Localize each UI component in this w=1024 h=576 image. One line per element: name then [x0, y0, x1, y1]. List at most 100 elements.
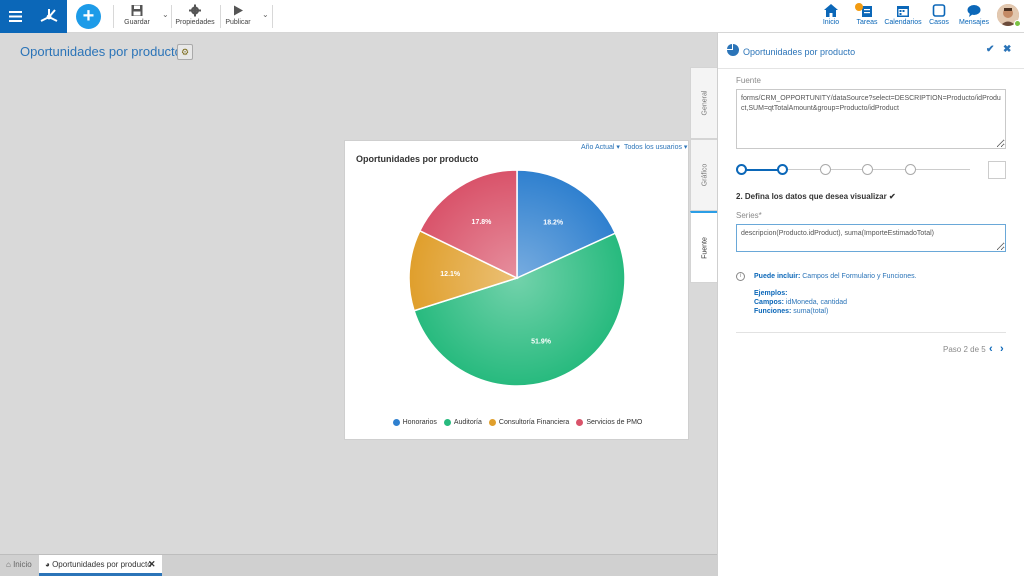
- save-dropdown-chevron-icon[interactable]: ⌄: [162, 10, 169, 19]
- confirm-check-icon[interactable]: ✔: [986, 44, 994, 55]
- info-fields: Campos: idMoneda, cantidad: [754, 299, 847, 306]
- pie-slice-label-1: 51.9%: [531, 338, 552, 345]
- tab-general[interactable]: General: [690, 67, 718, 139]
- fields-label: Campos:: [754, 299, 784, 306]
- publish-button[interactable]: Publicar: [223, 4, 253, 26]
- close-icon[interactable]: ✖: [1003, 44, 1011, 55]
- legend-item-0[interactable]: Honorarios: [392, 419, 437, 426]
- close-tab-icon[interactable]: ✕: [148, 559, 156, 570]
- taskbar-home[interactable]: ⌂ Inicio: [6, 560, 32, 569]
- legend-dot: [443, 419, 451, 426]
- bottom-taskbar: ⌂ Inicio ◕ Oportunidades por producto ✕: [0, 554, 717, 576]
- nav-cases-label: Casos: [929, 19, 949, 26]
- step-2-dot[interactable]: [777, 164, 788, 175]
- properties-label: Propiedades: [175, 19, 215, 26]
- toolbar-divider: [113, 5, 114, 28]
- series-label: Series*: [736, 211, 762, 220]
- step-1-dot[interactable]: [736, 164, 747, 175]
- taskbar-tab-active[interactable]: ◕ Oportunidades por producto ✕: [39, 555, 162, 576]
- calendar-icon: [897, 6, 909, 17]
- legend-item-3[interactable]: Servicios de PMO: [576, 419, 642, 426]
- logo-icon: [40, 8, 57, 22]
- pie-slice-label-0: 18.2%: [543, 220, 564, 227]
- properties-button[interactable]: Propiedades: [175, 4, 215, 26]
- step-4-dot[interactable]: [862, 164, 873, 175]
- step-heading: 2. Defina los datos que desea visualizar…: [736, 192, 896, 201]
- tab-grafico-label: Gráfico: [701, 163, 708, 187]
- prev-step-chevron-icon[interactable]: ‹: [989, 343, 993, 355]
- toolbar-divider: [171, 5, 172, 28]
- pie-chart-small-icon: ◕: [45, 560, 50, 569]
- nav-calendars-label: Calendarios: [884, 19, 922, 26]
- nav-messages[interactable]: Mensajes: [958, 4, 990, 26]
- functions-value: suma(total): [793, 308, 829, 315]
- stepper-progress-line: [742, 169, 782, 171]
- chart-card: Año Actual ▾ Todos los usuarios ▾ Oportu…: [344, 140, 689, 440]
- save-label: Guardar: [124, 19, 150, 26]
- tab-fuente-label: Fuente: [701, 236, 708, 259]
- top-toolbar: + Guardar ⌄ Propiedades Publicar ⌄ Inici…: [0, 0, 1024, 33]
- legend-label: Honorarios: [402, 419, 437, 426]
- step-3-dot[interactable]: [820, 164, 831, 175]
- legend-dot: [576, 419, 584, 426]
- nav-home[interactable]: Inicio: [817, 4, 845, 26]
- tasks-notification-badge: [855, 3, 863, 11]
- hamburger-menu-button[interactable]: [0, 0, 30, 33]
- pie-chart-icon: [727, 44, 739, 56]
- nav-cases[interactable]: Casos: [926, 4, 952, 26]
- play-icon: [234, 5, 243, 16]
- publish-dropdown-chevron-icon[interactable]: ⌄: [262, 10, 269, 19]
- legend-label: Servicios de PMO: [586, 419, 643, 426]
- cases-icon: [932, 4, 946, 17]
- stepper-track-line: [788, 169, 970, 170]
- toolbar-divider: [272, 5, 273, 28]
- panel-title: Oportunidades por producto: [743, 47, 856, 57]
- menu-icon: [8, 11, 22, 22]
- legend-dot: [488, 419, 496, 426]
- chart-legend: Honorarios Auditoría Consultoría Financier…: [345, 419, 690, 426]
- fields-value: idMoneda, cantidad: [785, 299, 848, 306]
- home-icon: [824, 4, 838, 17]
- publish-label: Publicar: [225, 19, 251, 26]
- legend-label: Auditoría: [453, 419, 482, 426]
- legend-item-2[interactable]: Consultoría Financiera: [488, 419, 570, 426]
- page-settings-button[interactable]: ⚙: [177, 44, 193, 60]
- next-step-chevron-icon[interactable]: ›: [1000, 343, 1004, 355]
- floppy-disk-icon: [131, 5, 143, 16]
- tab-general-label: General: [701, 90, 708, 116]
- pie-chart: 18.2% 51.9% 12.1% 17.8%: [408, 169, 626, 387]
- step-5-dot[interactable]: [905, 164, 916, 175]
- can-include-label: Puede incluir:: [754, 273, 801, 280]
- tab-grafico[interactable]: Gráfico: [690, 139, 718, 211]
- taskbar-tab-label: Oportunidades por producto: [52, 560, 152, 569]
- legend-item-1[interactable]: Auditoría: [443, 419, 482, 426]
- nav-tasks[interactable]: Tareas: [853, 3, 881, 26]
- settings-gear-icon: ⚙: [180, 47, 190, 57]
- legend-label: Consultoría Financiera: [498, 419, 570, 426]
- properties-panel: Oportunidades por producto ✔ ✖ Fuente fo…: [717, 33, 1024, 576]
- series-textarea[interactable]: descripcion(Producto.idProduct), suma(Im…: [736, 224, 1006, 252]
- pie-slice-label-3: 17.8%: [472, 219, 493, 226]
- pager-text: Paso 2 de 5: [943, 345, 986, 354]
- panel-header: Oportunidades por producto ✔ ✖: [718, 33, 1024, 69]
- online-status-dot: [1014, 20, 1021, 27]
- step-finish-box[interactable]: [988, 161, 1006, 179]
- functions-label: Funciones:: [754, 308, 792, 315]
- examples-label: Ejemplos:: [754, 290, 788, 297]
- taskbar-home-label: Inicio: [13, 560, 32, 569]
- nav-calendars[interactable]: Calendarios: [884, 4, 922, 26]
- tab-fuente[interactable]: Fuente: [690, 211, 718, 283]
- nav-home-label: Inicio: [822, 19, 840, 26]
- info-functions: Funciones: suma(total): [754, 308, 828, 315]
- nav-messages-label: Mensajes: [959, 19, 989, 26]
- source-label: Fuente: [736, 76, 761, 85]
- save-button[interactable]: Guardar: [122, 4, 152, 26]
- source-textarea[interactable]: forms/CRM_OPPORTUNITY/dataSource?select=…: [736, 89, 1006, 149]
- pie-slice-label-2: 12.1%: [440, 271, 461, 278]
- info-examples: Ejemplos:: [754, 290, 787, 297]
- toolbar-divider: [220, 5, 221, 28]
- add-button[interactable]: +: [76, 4, 101, 29]
- divider: [736, 332, 1006, 333]
- app-logo[interactable]: [30, 0, 67, 33]
- info-icon: i: [736, 272, 745, 281]
